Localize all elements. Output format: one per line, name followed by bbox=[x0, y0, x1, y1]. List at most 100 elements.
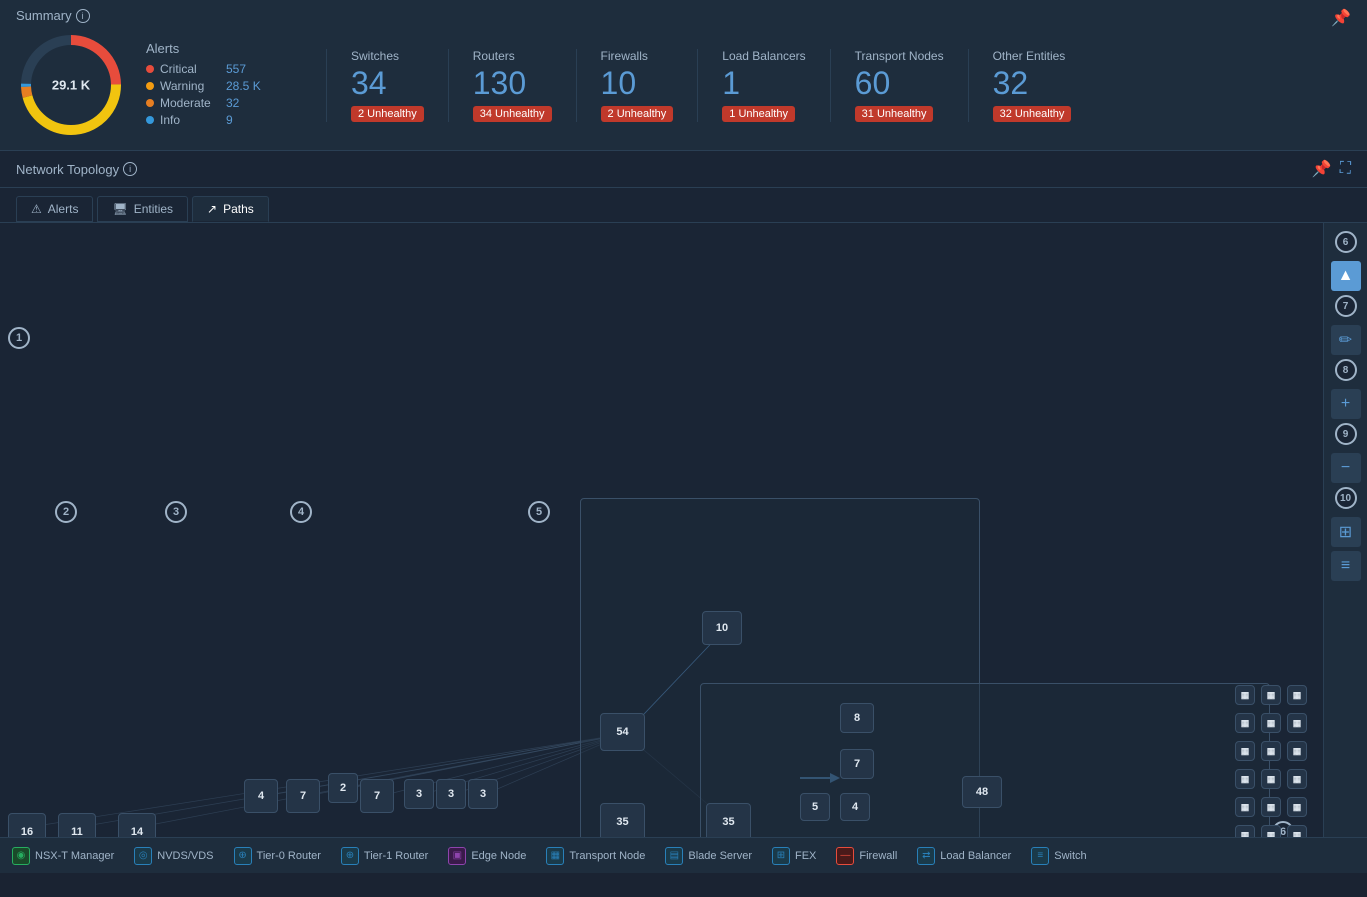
tn-badge[interactable]: 31 Unhealthy bbox=[855, 106, 934, 122]
server-icon-17: ▦ bbox=[1261, 825, 1281, 837]
firewalls-stat: Firewalls 10 2 Unhealthy bbox=[576, 49, 698, 122]
switches-label: Switches bbox=[351, 49, 424, 63]
node-7a[interactable]: 7 bbox=[286, 779, 320, 813]
tier0-icon: ⊕ bbox=[234, 847, 252, 865]
lb-badge[interactable]: 1 Unhealthy bbox=[722, 106, 795, 122]
toolbar-layers-button[interactable]: ≡ bbox=[1331, 551, 1361, 581]
paths-tab-label: Paths bbox=[223, 202, 254, 216]
toolbar-edit-button[interactable]: ✏ bbox=[1331, 325, 1361, 355]
node-54[interactable]: 54 bbox=[600, 713, 645, 751]
tier1-label: Tier-1 Router bbox=[364, 850, 428, 862]
topology-tabs: ⚠ Alerts 🖥 Entities ↗ Paths bbox=[0, 188, 1367, 223]
nsxt-manager-icon: ◉ bbox=[12, 847, 30, 865]
callout-2: 2 bbox=[55, 501, 77, 523]
node-11[interactable]: 11 bbox=[58, 813, 96, 837]
callout-3: 3 bbox=[165, 501, 187, 523]
topology-fullscreen-button[interactable]: ⛶ bbox=[1340, 159, 1351, 179]
nsxt-manager-label: NSX-T Manager bbox=[35, 850, 114, 862]
node-5[interactable]: 5 bbox=[800, 793, 830, 821]
firewall-icon: — bbox=[836, 847, 854, 865]
alert-warning: Warning 28.5 K bbox=[146, 79, 296, 93]
summary-info-icon[interactable]: i bbox=[76, 9, 90, 23]
alerts-tab-icon: ⚠ bbox=[31, 202, 42, 216]
tn-label: Transport Nodes bbox=[855, 49, 944, 63]
toolbar-fit-button[interactable]: ⊞ bbox=[1331, 517, 1361, 547]
node-3a[interactable]: 3 bbox=[404, 779, 434, 809]
node-8[interactable]: 8 bbox=[840, 703, 874, 733]
node-7c[interactable]: 7 bbox=[840, 749, 874, 779]
server-icon-10: ▦ bbox=[1235, 769, 1255, 789]
node-14[interactable]: 14 bbox=[118, 813, 156, 837]
transport-node-label: Transport Node bbox=[569, 850, 645, 862]
switch-icon: ≡ bbox=[1031, 847, 1049, 865]
firewall-label: Firewall bbox=[859, 850, 897, 862]
toolbar-zoomout-button[interactable]: − bbox=[1331, 453, 1361, 483]
legend-blade-server: ▤ Blade Server bbox=[665, 847, 752, 865]
routers-stat: Routers 130 34 Unhealthy bbox=[448, 49, 576, 122]
info-count: 9 bbox=[226, 113, 233, 127]
critical-count: 557 bbox=[226, 62, 246, 76]
server-icon-6: ▦ bbox=[1287, 713, 1307, 733]
fex-icon: ⊞ bbox=[772, 847, 790, 865]
oe-label: Other Entities bbox=[993, 49, 1072, 63]
firewalls-badge[interactable]: 2 Unhealthy bbox=[601, 106, 674, 122]
node-3b[interactable]: 3 bbox=[436, 779, 466, 809]
tab-paths[interactable]: ↗ Paths bbox=[192, 196, 269, 222]
server-icon-4: ▦ bbox=[1235, 713, 1255, 733]
switch-label: Switch bbox=[1054, 850, 1086, 862]
node-7b[interactable]: 7 bbox=[360, 779, 394, 813]
edge-node-label: Edge Node bbox=[471, 850, 526, 862]
node-35a[interactable]: 35 bbox=[600, 803, 645, 837]
legend-nvds: ◎ NVDS/VDS bbox=[134, 847, 213, 865]
load-balancer-label: Load Balancer bbox=[940, 850, 1011, 862]
topology-map[interactable]: 1 2 3 4 5 6 7 8 9 10 16 11 14 4 7 2 7 3 … bbox=[0, 223, 1367, 837]
node-4b[interactable]: 4 bbox=[840, 793, 870, 821]
tab-alerts[interactable]: ⚠ Alerts bbox=[16, 196, 93, 222]
legend-nsxt-manager: ◉ NSX-T Manager bbox=[12, 847, 114, 865]
tier1-icon: ⊕ bbox=[341, 847, 359, 865]
topology-panel: Network Topology i 📌 ⛶ ⚠ Alerts 🖥 Entiti… bbox=[0, 151, 1367, 837]
node-4a[interactable]: 4 bbox=[244, 779, 278, 813]
topology-info-icon[interactable]: i bbox=[123, 162, 137, 176]
oe-badge[interactable]: 32 Unhealthy bbox=[993, 106, 1072, 122]
entities-tab-label: Entities bbox=[134, 202, 173, 216]
server-icon-2: ▦ bbox=[1261, 685, 1281, 705]
toolbar-zoomin-button[interactable]: + bbox=[1331, 389, 1361, 419]
right-toolbar: 6 ▲ 7 ✏ 8 + 9 − 10 ⊞ ≡ bbox=[1323, 223, 1367, 837]
node-2[interactable]: 2 bbox=[328, 773, 358, 803]
legend-load-balancer: ⇄ Load Balancer bbox=[917, 847, 1011, 865]
server-icon-13: ▦ bbox=[1235, 797, 1255, 817]
summary-pin-icon[interactable]: 📌 bbox=[1331, 8, 1351, 28]
loadbalancers-stat: Load Balancers 1 1 Unhealthy bbox=[697, 49, 829, 122]
alerts-tab-label: Alerts bbox=[48, 202, 79, 216]
summary-title-text: Summary bbox=[16, 8, 72, 23]
callout-4: 4 bbox=[290, 501, 312, 523]
topology-pin-button[interactable]: 📌 bbox=[1312, 159, 1332, 179]
node-48[interactable]: 48 bbox=[962, 776, 1002, 808]
routers-value: 130 bbox=[473, 67, 552, 99]
legend-transport-node: ▦ Transport Node bbox=[546, 847, 645, 865]
otherentities-stat: Other Entities 32 32 Unhealthy bbox=[968, 49, 1096, 122]
toolbar-callout-6: 6 bbox=[1335, 231, 1357, 253]
server-icon-12: ▦ bbox=[1287, 769, 1307, 789]
edge-node-icon: ▣ bbox=[448, 847, 466, 865]
node-16[interactable]: 16 bbox=[8, 813, 46, 837]
callout-1: 1 bbox=[8, 327, 30, 349]
switches-badge[interactable]: 2 Unhealthy bbox=[351, 106, 424, 122]
routers-badge[interactable]: 34 Unhealthy bbox=[473, 106, 552, 122]
firewalls-label: Firewalls bbox=[601, 49, 674, 63]
summary-panel: Summary i 📌 29.1 K Alerts bbox=[0, 0, 1367, 151]
server-icon-9: ▦ bbox=[1287, 741, 1307, 761]
server-icon-11: ▦ bbox=[1261, 769, 1281, 789]
legend-tier0: ⊕ Tier-0 Router bbox=[234, 847, 321, 865]
legend-switch: ≡ Switch bbox=[1031, 847, 1086, 865]
lb-value: 1 bbox=[722, 67, 805, 99]
node-3c[interactable]: 3 bbox=[468, 779, 498, 809]
info-dot bbox=[146, 116, 154, 124]
lb-label: Load Balancers bbox=[722, 49, 805, 63]
critical-label: Critical bbox=[160, 62, 220, 76]
node-10[interactable]: 10 bbox=[702, 611, 742, 645]
toolbar-up-button[interactable]: ▲ bbox=[1331, 261, 1361, 291]
tab-entities[interactable]: 🖥 Entities bbox=[97, 196, 188, 222]
node-35b[interactable]: 35 bbox=[706, 803, 751, 837]
